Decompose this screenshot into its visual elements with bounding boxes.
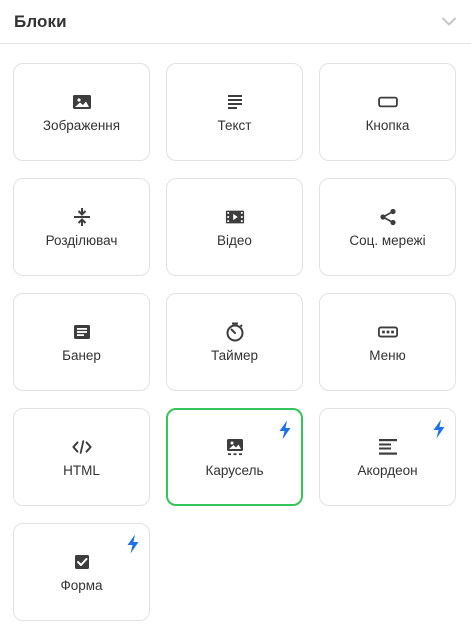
block-timer[interactable]: Таймер bbox=[166, 293, 303, 391]
block-label: Зображення bbox=[42, 117, 121, 133]
share-icon bbox=[378, 207, 398, 227]
block-menu[interactable]: Меню bbox=[319, 293, 456, 391]
block-label: Банер bbox=[62, 347, 101, 363]
block-label: Кнопка bbox=[365, 117, 410, 133]
checkbox-icon bbox=[72, 552, 92, 572]
block-button[interactable]: Кнопка bbox=[319, 63, 456, 161]
block-banner[interactable]: Банер bbox=[13, 293, 150, 391]
blocks-panel: Блоки Зображення Текст Кнопка Розділювач… bbox=[0, 0, 471, 627]
block-label: Карусель bbox=[205, 462, 264, 478]
accordion-icon bbox=[378, 437, 398, 457]
image-icon bbox=[72, 92, 92, 112]
block-label: HTML bbox=[63, 462, 100, 478]
block-image[interactable]: Зображення bbox=[13, 63, 150, 161]
panel-title: Блоки bbox=[14, 11, 67, 31]
blocks-grid: Зображення Текст Кнопка Розділювач Відео bbox=[0, 44, 471, 621]
block-label: Форма bbox=[60, 577, 103, 593]
video-icon bbox=[225, 207, 245, 227]
block-html[interactable]: HTML bbox=[13, 408, 150, 506]
block-social[interactable]: Соц. мережі bbox=[319, 178, 456, 276]
block-label: Акордеон bbox=[357, 462, 418, 478]
block-label: Розділювач bbox=[45, 232, 118, 248]
block-label: Відео bbox=[217, 232, 252, 248]
panel-header[interactable]: Блоки bbox=[0, 0, 471, 44]
timer-icon bbox=[225, 322, 245, 342]
block-video[interactable]: Відео bbox=[166, 178, 303, 276]
block-label: Текст bbox=[217, 117, 252, 133]
divider-icon bbox=[72, 207, 92, 227]
lightning-icon bbox=[278, 420, 292, 440]
code-icon bbox=[71, 437, 92, 457]
carousel-icon bbox=[225, 437, 245, 457]
block-divider[interactable]: Розділювач bbox=[13, 178, 150, 276]
block-label: Таймер bbox=[211, 347, 258, 363]
lightning-icon bbox=[126, 534, 140, 554]
button-icon bbox=[377, 92, 398, 112]
block-accordion[interactable]: Акордеон bbox=[319, 408, 456, 506]
lightning-icon bbox=[432, 419, 446, 439]
banner-icon bbox=[72, 322, 92, 342]
menu-icon bbox=[377, 322, 398, 342]
text-icon bbox=[225, 92, 245, 112]
block-label: Меню bbox=[369, 347, 406, 363]
block-text[interactable]: Текст bbox=[166, 63, 303, 161]
block-label: Соц. мережі bbox=[349, 232, 426, 248]
block-form[interactable]: Форма bbox=[13, 523, 150, 621]
chevron-down-icon[interactable] bbox=[441, 14, 457, 30]
block-carousel[interactable]: Карусель bbox=[166, 408, 303, 506]
